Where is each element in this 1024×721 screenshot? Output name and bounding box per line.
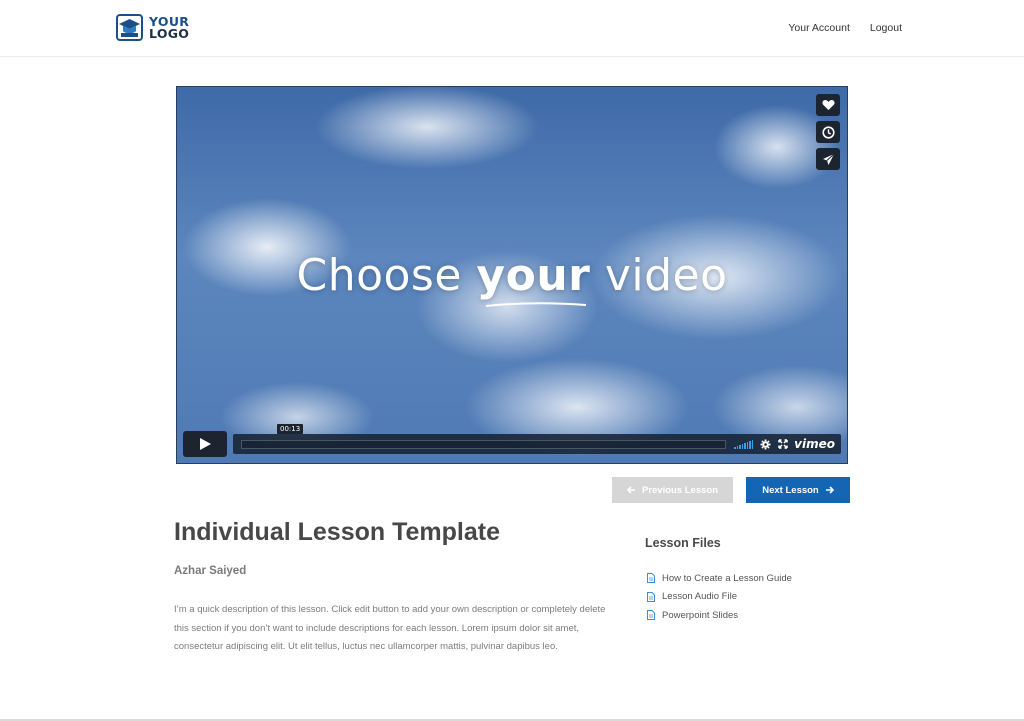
next-lesson-button[interactable]: Next Lesson bbox=[746, 477, 850, 503]
video-title-post: video bbox=[590, 250, 728, 301]
next-lesson-label: Next Lesson bbox=[762, 484, 819, 496]
document-icon bbox=[647, 591, 655, 602]
send-icon[interactable] bbox=[816, 148, 840, 170]
lesson-description: I’m a quick description of this lesson. … bbox=[174, 604, 606, 652]
video-title-bold: your bbox=[476, 250, 591, 301]
heart-icon[interactable] bbox=[816, 94, 840, 116]
video-player[interactable]: Choose your video 00:13 vimeo bbox=[176, 86, 848, 464]
video-side-actions bbox=[816, 94, 840, 170]
title-underline-decoration bbox=[485, 302, 587, 307]
document-icon bbox=[647, 573, 655, 584]
logo-line-2: LOGO bbox=[149, 25, 190, 41]
video-controls: 00:13 vimeo bbox=[183, 424, 841, 457]
video-title-pre: Choose bbox=[296, 250, 477, 301]
site-header: YOUR LOGO Your Account Logout bbox=[0, 0, 1024, 57]
lesson-file-link[interactable]: Powerpoint Slides bbox=[662, 610, 738, 621]
seek-bar[interactable] bbox=[241, 439, 727, 449]
video-title: Choose your video bbox=[177, 250, 847, 301]
lesson-files-list: How to Create a Lesson Guide Lesson Audi… bbox=[647, 569, 792, 625]
clock-icon[interactable] bbox=[816, 121, 840, 143]
vimeo-logo[interactable]: vimeo bbox=[794, 437, 835, 451]
progress-bar-container: 00:13 vimeo bbox=[233, 424, 841, 454]
header-nav: Your Account Logout bbox=[788, 22, 902, 34]
lesson-file-item[interactable]: Powerpoint Slides bbox=[647, 606, 792, 625]
lesson-files-heading: Lesson Files bbox=[645, 536, 721, 550]
graduation-cap-logo-icon bbox=[116, 14, 143, 41]
logo[interactable]: YOUR LOGO bbox=[116, 14, 189, 41]
lesson-file-item[interactable]: How to Create a Lesson Guide bbox=[647, 569, 792, 588]
document-icon bbox=[647, 610, 655, 621]
arrow-left-icon bbox=[626, 486, 635, 494]
logo-text: YOUR LOGO bbox=[149, 15, 190, 41]
arrow-right-icon bbox=[825, 486, 834, 494]
previous-lesson-label: Previous Lesson bbox=[641, 484, 719, 496]
fullscreen-icon[interactable] bbox=[778, 439, 788, 449]
play-icon[interactable] bbox=[183, 431, 227, 457]
lesson-file-link[interactable]: How to Create a Lesson Guide bbox=[662, 573, 792, 584]
time-indicator: 00:13 bbox=[277, 424, 304, 434]
lesson-file-link[interactable]: Lesson Audio File bbox=[662, 591, 737, 602]
your-account-link[interactable]: Your Account bbox=[788, 22, 850, 34]
lesson-author: Azhar Saiyed bbox=[174, 565, 247, 577]
lesson-title: Individual Lesson Template bbox=[174, 518, 500, 546]
lesson-file-item[interactable]: Lesson Audio File bbox=[647, 588, 792, 607]
previous-lesson-button[interactable]: Previous Lesson bbox=[612, 477, 733, 503]
logout-link[interactable]: Logout bbox=[870, 22, 902, 34]
settings-gear-icon[interactable] bbox=[760, 439, 771, 450]
volume-icon[interactable] bbox=[734, 439, 754, 449]
